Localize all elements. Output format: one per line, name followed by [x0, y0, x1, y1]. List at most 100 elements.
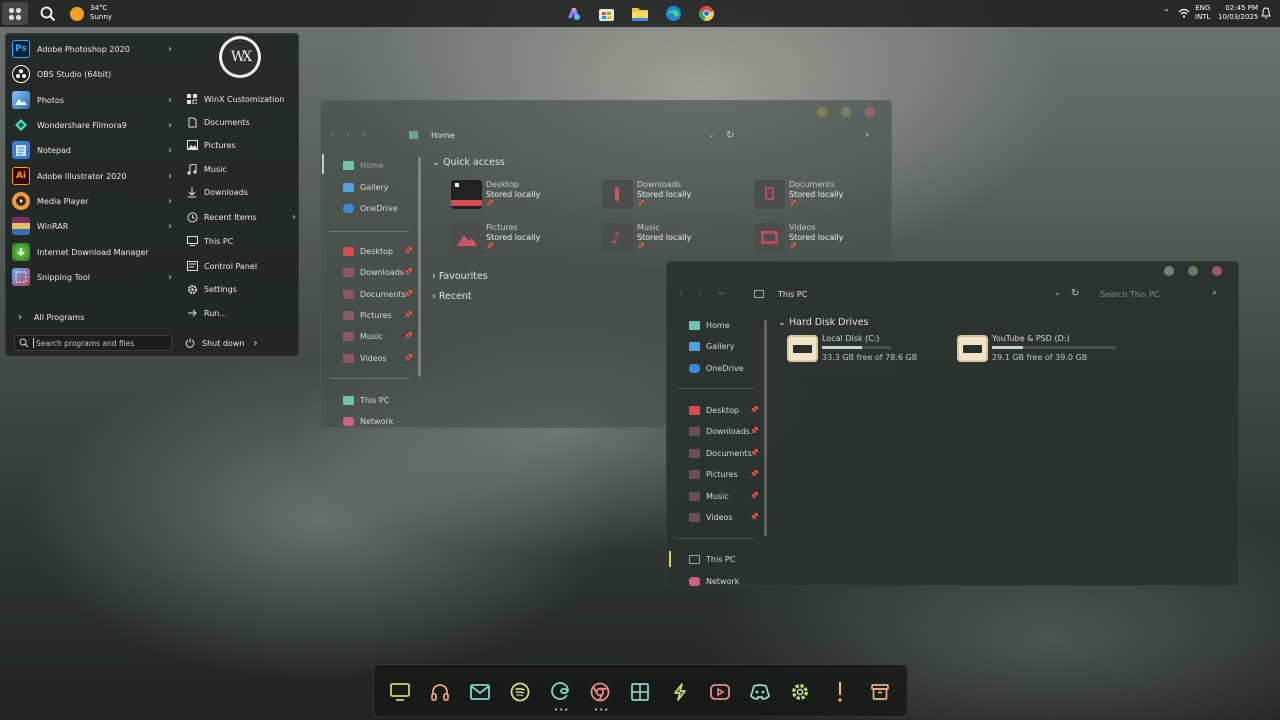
dock-more[interactable] [828, 680, 852, 704]
dock-spotify[interactable] [508, 680, 532, 704]
chevron-down-icon[interactable]: ⌄ [1054, 288, 1061, 297]
nav-network[interactable]: Network [689, 572, 759, 590]
shutdown-button[interactable]: Shut down › [184, 335, 264, 351]
weather-widget[interactable]: 34°C Sunny [90, 4, 112, 22]
dock-headphones[interactable] [428, 680, 452, 704]
address-bar[interactable]: This PC [778, 290, 807, 299]
tile-desktop[interactable]: Desktop Stored locally 📌 [451, 180, 601, 216]
chrome-app[interactable] [698, 5, 715, 22]
refresh-icon[interactable]: ↻ [726, 130, 734, 141]
program-item-winrar[interactable]: WinRAR › [12, 215, 172, 237]
right-item-settings[interactable]: Settings [186, 279, 296, 299]
nav-music[interactable]: Music 📌 [343, 327, 413, 345]
nav-pictures[interactable]: Pictures 📌 [689, 465, 759, 483]
nav-home[interactable]: Home [689, 316, 759, 334]
nav-videos[interactable]: Videos 📌 [343, 349, 413, 367]
section-quick-access[interactable]: ⌄ Quick access [432, 157, 505, 168]
right-item-winx-customization[interactable]: WinX Customization [186, 89, 296, 109]
right-item-downloads[interactable]: Downloads [186, 182, 296, 202]
address-bar[interactable]: Home [431, 131, 455, 140]
nav-videos[interactable]: Videos 📌 [689, 508, 759, 526]
dock-mail[interactable] [468, 680, 492, 704]
chevron-down-icon[interactable]: ⌄ [708, 130, 715, 139]
language-indicator[interactable]: ENG INTL [1195, 4, 1210, 22]
right-item-recent-items[interactable]: Recent Items › [186, 207, 296, 227]
right-item-this-pc[interactable]: This PC [186, 231, 296, 251]
nav-pictures[interactable]: Pictures 📌 [343, 306, 413, 324]
nav-onedrive[interactable]: OneDrive [689, 359, 759, 377]
nav-arrows[interactable]: ‹›← [679, 289, 742, 299]
start-search-box[interactable]: Search programs and files [14, 335, 172, 351]
tile-downloads[interactable]: Downloads Stored locally 📌 [602, 180, 752, 216]
nav-gallery[interactable]: Gallery [343, 178, 413, 196]
program-item-notepad[interactable]: Notepad › [12, 139, 172, 161]
right-item-documents[interactable]: Documents [186, 112, 296, 132]
program-item-filmora[interactable]: Wondershare Filmora9 › [12, 114, 172, 136]
refresh-icon[interactable]: ↻ [1071, 288, 1079, 299]
minimize-button[interactable] [1164, 266, 1174, 276]
nav-home[interactable]: Home [343, 156, 413, 174]
tile-pictures[interactable]: Pictures Stored locally 📌 [451, 223, 601, 259]
nav-scrollbar[interactable] [418, 157, 421, 377]
dock-monitor[interactable] [388, 680, 412, 704]
section-hard-disk-drives[interactable]: ⌄ Hard Disk Drives [778, 317, 868, 328]
program-item-idm[interactable]: Internet Download Manager [12, 241, 182, 263]
program-item-photoshop[interactable]: Ps Adobe Photoshop 2020 › [12, 38, 172, 60]
dock-discord[interactable] [748, 680, 772, 704]
edge-app[interactable] [665, 5, 682, 22]
program-item-media-player[interactable]: Media Player › [12, 190, 172, 212]
all-programs-button[interactable]: › All Programs [12, 307, 172, 327]
file-explorer-app[interactable] [631, 5, 649, 22]
tile-music[interactable]: ♪ Music Stored locally 📌 [602, 223, 752, 259]
nav-this-pc[interactable]: This PC [343, 391, 413, 409]
nav-arrows[interactable]: ‹›‹ [331, 130, 378, 140]
nav-documents[interactable]: Documents 📌 [343, 285, 413, 303]
dock-youtube[interactable] [708, 680, 732, 704]
right-item-pictures[interactable]: Pictures [186, 135, 296, 155]
right-item-run[interactable]: Run... [186, 303, 296, 323]
dock-windows[interactable] [628, 680, 652, 704]
nav-downloads[interactable]: Downloads 📌 [343, 263, 413, 281]
nav-this-pc[interactable]: This PC [689, 550, 759, 568]
drive-d[interactable]: YouTube & PSD (D:) 29.1 GB free of 39.0 … [957, 333, 1127, 365]
maximize-button[interactable] [841, 107, 851, 117]
tile-videos[interactable]: Videos Stored locally 📌 [754, 223, 904, 259]
right-item-music[interactable]: Music [186, 159, 296, 179]
nav-music[interactable]: Music 📌 [689, 487, 759, 505]
program-item-obs[interactable]: OBS Studio (64bit) [12, 63, 172, 85]
tray-chevron-icon[interactable]: ⌃ [1163, 8, 1170, 17]
start-button[interactable] [2, 2, 28, 25]
drive-c[interactable]: Local Disk (C:) 33.3 GB free of 78.6 GB [787, 333, 947, 365]
tile-documents[interactable]: Documents Stored locally 📌 [754, 180, 904, 216]
program-item-illustrator[interactable]: Ai Adobe Illustrator 2020 › [12, 165, 172, 187]
close-button[interactable] [1212, 266, 1222, 276]
sun-icon[interactable] [70, 7, 84, 21]
dock-bolt[interactable] [668, 680, 692, 704]
copilot-app[interactable] [565, 5, 582, 22]
right-item-control-panel[interactable]: Control Panel [186, 256, 296, 276]
section-recent[interactable]: › Recent [432, 291, 472, 302]
search-button[interactable] [35, 2, 61, 25]
section-favourites[interactable]: › Favourites [432, 271, 488, 282]
maximize-button[interactable] [1188, 266, 1198, 276]
nav-desktop[interactable]: Desktop 📌 [343, 242, 413, 260]
program-item-snipping-tool[interactable]: Snipping Tool › [12, 266, 172, 288]
nav-gallery[interactable]: Gallery [689, 337, 759, 355]
user-avatar[interactable]: WX [219, 36, 261, 78]
nav-documents[interactable]: Documents 📌 [689, 444, 759, 462]
nav-desktop[interactable]: Desktop 📌 [689, 401, 759, 419]
search-input[interactable]: Search This PC [1100, 290, 1159, 299]
dock-settings[interactable] [788, 680, 812, 704]
close-button[interactable] [865, 107, 875, 117]
clock[interactable]: 02:45 PM 10/03/2025 [1218, 4, 1258, 22]
nav-downloads[interactable]: Downloads 📌 [689, 422, 759, 440]
search-icon[interactable]: ⌕ [1212, 288, 1217, 298]
search-icon[interactable]: ⌕ [865, 130, 870, 140]
notification-bell-icon[interactable] [1261, 7, 1271, 19]
program-item-photos[interactable]: Photos › [12, 89, 172, 111]
nav-onedrive[interactable]: OneDrive [343, 199, 413, 217]
wifi-icon[interactable] [1178, 8, 1190, 18]
nav-network[interactable]: Network [343, 412, 413, 430]
dock-chrome[interactable] [588, 680, 612, 704]
dock-archive[interactable] [868, 680, 892, 704]
